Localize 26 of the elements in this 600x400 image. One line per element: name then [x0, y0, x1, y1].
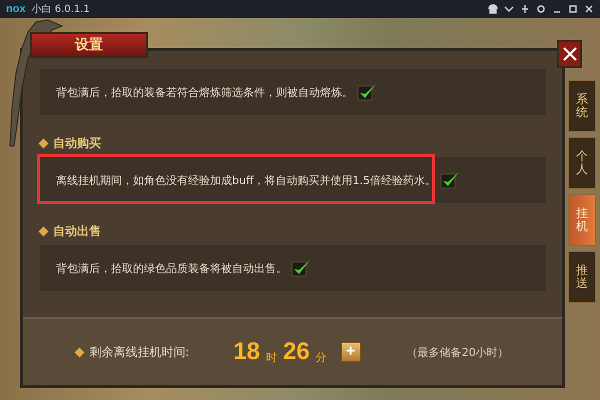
dialog-title: 设置	[30, 32, 148, 58]
hours-unit: 时	[266, 350, 278, 364]
close-icon[interactable]	[584, 4, 594, 14]
side-tab[interactable]: 系统	[568, 80, 596, 132]
checkbox[interactable]	[291, 259, 311, 277]
remaining-time-label: 剩余离线挂机时间:	[89, 344, 190, 360]
minutes-unit: 分	[316, 350, 327, 364]
close-icon	[562, 46, 578, 62]
checkbox[interactable]	[357, 83, 377, 101]
minutes-value: 26	[283, 338, 310, 366]
window-title: 小白 6.0.1.1	[32, 2, 90, 16]
shirt-icon[interactable]	[488, 4, 498, 14]
checkbox[interactable]	[440, 171, 460, 189]
option-text: 背包满后，拾取的绿色品质装备将被自动出售。	[56, 260, 287, 276]
max-storage-note: （最多储备20小时）	[406, 344, 509, 360]
option-text: 背包满后，拾取的装备若符合熔炼筛选条件，则被自动熔炼。	[56, 84, 353, 100]
section-heading: 自动出售	[53, 222, 101, 240]
chevron-down-icon[interactable]	[504, 4, 514, 14]
section-heading: 自动购买	[53, 134, 101, 152]
side-tab[interactable]: 个人	[568, 137, 596, 189]
side-tab[interactable]: 推送	[568, 251, 596, 303]
maximize-icon[interactable]	[568, 4, 578, 14]
close-button[interactable]	[557, 40, 582, 68]
hours-value: 18	[233, 338, 260, 366]
app-logo: nox	[6, 3, 26, 15]
option-text: 离线挂机期间，如角色没有经验加成buff，将自动购买并使用1.5倍经验药水。	[56, 172, 436, 188]
